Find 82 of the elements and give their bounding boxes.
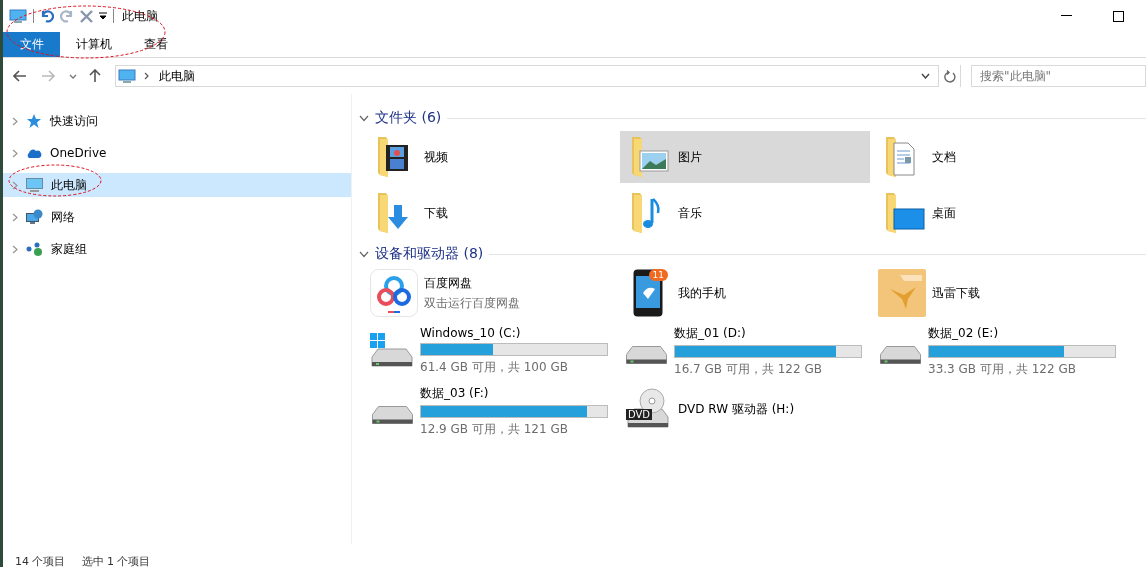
grid-item[interactable]: 数据_02 (E:) 33.3 GB 可用，共 122 GB <box>874 323 1124 379</box>
ribbon-tab[interactable]: 计算机 <box>60 32 128 57</box>
address-path: 此电脑 <box>159 67 195 85</box>
computer-icon[interactable] <box>9 8 27 24</box>
chevron-right-icon[interactable] <box>12 116 18 126</box>
status-text: 选中 1 个项目 <box>81 554 151 567</box>
address-bar[interactable]: 此电脑 <box>115 65 961 87</box>
item-label: 图片 <box>678 148 702 166</box>
nav-item[interactable]: 此电脑 <box>3 173 351 197</box>
bird-folder-icon <box>878 269 926 317</box>
phone-icon <box>633 269 663 317</box>
hard-drive-icon <box>626 345 667 365</box>
chevron-right-icon[interactable] <box>12 212 18 222</box>
window-title: 此电脑 <box>122 7 158 25</box>
item-label: 百度网盘 <box>424 274 473 292</box>
nav-item[interactable]: 网络 <box>3 205 351 229</box>
item-label: 视频 <box>424 148 448 166</box>
nav-item[interactable]: 快速访问 <box>3 109 351 133</box>
dvd-label: DVD <box>626 409 653 420</box>
network-icon <box>26 209 43 225</box>
chevron-right-icon <box>144 72 149 80</box>
grid-item[interactable]: 图片 <box>620 131 870 183</box>
refresh-icon[interactable] <box>943 69 956 83</box>
ribbon-tab[interactable]: 查看 <box>128 32 184 57</box>
hard-drive-icon <box>880 345 921 365</box>
dropdown-icon[interactable] <box>99 12 107 20</box>
status-text: 14 个项目 <box>15 554 66 567</box>
up-icon[interactable] <box>89 69 101 83</box>
item-label: 数据_03 (F:) <box>420 384 490 402</box>
computer-icon <box>118 68 136 84</box>
item-subtitle: 双击运行百度网盘 <box>424 294 520 312</box>
free-space-text: 12.9 GB 可用，共 121 GB <box>420 420 569 438</box>
free-space-text: 33.3 GB 可用，共 122 GB <box>928 360 1077 378</box>
computer-icon <box>26 177 43 193</box>
grid-item[interactable]: 数据_03 (F:) 12.9 GB 可用，共 121 GB <box>366 383 616 439</box>
hard-drive-icon <box>372 405 413 425</box>
search-field[interactable]: 搜索"此电脑" <box>971 65 1146 87</box>
nav-item[interactable]: 家庭组 <box>3 237 351 261</box>
chevron-right-icon[interactable] <box>12 180 18 190</box>
grid-item[interactable]: 下载 <box>366 187 616 239</box>
chevron-down-icon[interactable] <box>921 73 930 79</box>
nav-item[interactable]: OneDrive <box>3 141 351 165</box>
item-label: 桌面 <box>932 204 956 222</box>
chevron-right-icon[interactable] <box>12 244 18 254</box>
delete-icon[interactable] <box>80 9 93 23</box>
grid-item[interactable]: 迅雷下载 <box>874 267 1124 319</box>
grid-item[interactable]: Windows_10 (C:) 61.4 GB 可用，共 100 GB <box>366 323 616 379</box>
star-icon <box>26 113 42 129</box>
item-label: 迅雷下载 <box>932 284 980 302</box>
notification-badge: 11 <box>648 269 668 281</box>
grid-item[interactable]: 数据_01 (D:) 16.7 GB 可用，共 122 GB <box>620 323 870 379</box>
homegroup-icon <box>26 241 43 257</box>
cloud-icon <box>26 147 42 159</box>
minimize-icon[interactable] <box>1061 15 1072 17</box>
item-label: 数据_02 (E:) <box>928 324 1000 342</box>
item-label: Windows_10 (C:) <box>420 326 522 340</box>
item-label: 数据_01 (D:) <box>674 324 747 342</box>
chevron-right-icon[interactable] <box>12 148 18 158</box>
back-icon[interactable] <box>13 70 27 82</box>
section-title[interactable]: 文件夹 (6) <box>375 109 442 127</box>
section-toggle-icon[interactable] <box>359 114 369 122</box>
grid-item[interactable]: 音乐 <box>620 187 870 239</box>
item-label: DVD RW 驱动器 (H:) <box>678 400 795 418</box>
item-label: 音乐 <box>678 204 702 222</box>
free-space-text: 16.7 GB 可用，共 122 GB <box>674 360 823 378</box>
item-label: 下载 <box>424 204 448 222</box>
grid-item[interactable]: 视频 <box>366 131 616 183</box>
item-label: 我的手机 <box>678 284 726 302</box>
undo-icon[interactable] <box>40 9 54 23</box>
maximize-icon[interactable] <box>1113 10 1124 22</box>
cloud-app-icon <box>370 269 418 317</box>
hard-drive-icon <box>370 333 414 369</box>
item-label: 文档 <box>932 148 956 166</box>
section-toggle-icon[interactable] <box>359 250 369 258</box>
grid-item[interactable]: 文档 <box>874 131 1124 183</box>
grid-item[interactable]: DVD DVD RW 驱动器 (H:) <box>620 383 870 435</box>
grid-item[interactable]: 11 我的手机 <box>620 267 870 319</box>
free-space-text: 61.4 GB 可用，共 100 GB <box>420 359 569 376</box>
chevron-down-icon[interactable] <box>69 73 77 79</box>
grid-item[interactable]: 百度网盘 双击运行百度网盘 <box>366 267 616 319</box>
section-title[interactable]: 设备和驱动器 (8) <box>375 245 484 263</box>
grid-item[interactable]: 桌面 <box>874 187 1124 239</box>
